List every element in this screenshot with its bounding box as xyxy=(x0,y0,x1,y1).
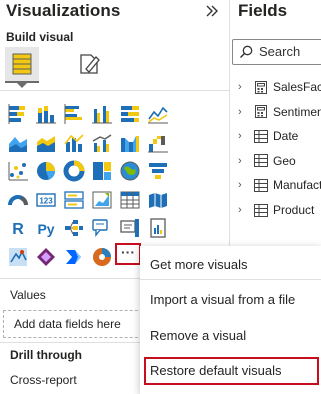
python-visual-icon[interactable]: Py xyxy=(33,215,59,241)
build-visual-tab[interactable] xyxy=(5,47,39,81)
power-apps-icon[interactable] xyxy=(33,244,59,270)
add-data-fields-well[interactable]: Add data fields here xyxy=(3,310,153,338)
active-tab-caret xyxy=(17,83,27,88)
field-table-name: Geo xyxy=(273,153,296,168)
search-icon xyxy=(240,45,253,58)
field-table-row[interactable]: › Product xyxy=(238,200,314,220)
format-paintbrush-icon xyxy=(80,54,100,74)
r-visual-icon[interactable]: R xyxy=(5,215,31,241)
stacked-bar-icon[interactable] xyxy=(5,101,31,127)
values-label: Values xyxy=(10,288,46,302)
fields-title: Fields xyxy=(238,1,288,20)
menu-divider xyxy=(140,279,321,280)
menu-import-visual[interactable]: Import a visual from a file xyxy=(150,292,295,307)
field-table-row[interactable]: › Date xyxy=(238,126,298,146)
field-table-name: Date xyxy=(273,129,299,144)
menu-remove-visual[interactable]: Remove a visual xyxy=(150,328,246,343)
scatter-icon[interactable] xyxy=(5,158,31,184)
gauge-icon[interactable] xyxy=(5,187,31,213)
table-icon xyxy=(254,178,268,192)
waterfall-icon[interactable] xyxy=(145,130,171,156)
clustered-bar-icon[interactable] xyxy=(61,101,87,127)
treemap-icon[interactable] xyxy=(89,158,115,184)
card-icon[interactable]: 123 xyxy=(33,187,59,213)
field-table-name: Sentiment xyxy=(273,104,321,119)
chevron-right-icon[interactable]: › xyxy=(238,155,250,167)
arcgis-icon[interactable] xyxy=(89,244,115,270)
chevron-right-icon[interactable]: › xyxy=(238,204,250,216)
filled-map-icon[interactable] xyxy=(145,187,171,213)
funnel-icon[interactable] xyxy=(145,158,171,184)
table-icon xyxy=(254,129,268,143)
cross-report-label: Cross-report xyxy=(10,373,77,387)
field-table-name: Product xyxy=(273,203,315,217)
svg-text:R: R xyxy=(12,221,24,238)
format-visual-tab[interactable] xyxy=(72,47,106,81)
pie-icon[interactable] xyxy=(33,158,59,184)
stacked-area-icon[interactable] xyxy=(33,130,59,156)
drill-through-label: Drill through xyxy=(10,348,82,362)
kpi-icon[interactable] xyxy=(89,187,115,213)
chevron-right-icon[interactable]: › xyxy=(238,130,250,142)
clustered-column-icon[interactable] xyxy=(89,101,115,127)
field-table-row[interactable]: › Manufact xyxy=(238,175,321,195)
more-visuals-label: ··· xyxy=(121,243,135,260)
table-icon xyxy=(254,154,268,168)
line-column-icon[interactable] xyxy=(61,130,87,156)
menu-get-more-visuals[interactable]: Get more visuals xyxy=(150,257,248,272)
build-visual-label: Build visual xyxy=(6,30,74,44)
visualizations-title: Visualizations xyxy=(6,1,121,20)
ribbon-chart-icon[interactable] xyxy=(117,130,143,156)
fields-search-input[interactable]: Search xyxy=(232,39,321,65)
qna-icon[interactable] xyxy=(117,215,143,241)
field-table-name: SalesFact xyxy=(273,80,321,94)
chevron-right-icon[interactable]: › xyxy=(238,179,250,191)
chevron-right-icon[interactable]: › xyxy=(238,106,250,118)
azure-map-icon[interactable] xyxy=(5,244,31,270)
more-visuals-button[interactable]: ··· xyxy=(115,243,141,265)
line-chart-icon[interactable] xyxy=(145,101,171,127)
field-table-row[interactable]: › Geo xyxy=(238,151,296,171)
smart-narrative-icon[interactable] xyxy=(89,215,115,241)
svg-text:Py: Py xyxy=(37,221,54,237)
decomposition-tree-icon[interactable] xyxy=(61,215,87,241)
restore-highlight-box xyxy=(144,357,319,385)
100-stacked-bar-icon[interactable] xyxy=(117,101,143,127)
divider xyxy=(0,90,229,91)
table-viz-icon[interactable] xyxy=(117,187,143,213)
field-table-row[interactable]: › Sentiment xyxy=(238,102,321,122)
build-visual-icon xyxy=(12,53,32,75)
field-table-row[interactable]: › SalesFact xyxy=(238,77,321,97)
stacked-column-icon[interactable] xyxy=(33,101,59,127)
table-calc-icon xyxy=(255,105,267,119)
multi-row-card-icon[interactable] xyxy=(61,187,87,213)
donut-icon[interactable] xyxy=(61,158,87,184)
collapse-pane-icon[interactable] xyxy=(204,3,220,19)
svg-text:123: 123 xyxy=(39,196,53,205)
map-icon[interactable] xyxy=(117,158,143,184)
search-placeholder: Search xyxy=(259,44,301,59)
paginated-report-icon[interactable] xyxy=(145,215,171,241)
table-icon xyxy=(254,203,268,217)
line-clustered-icon[interactable] xyxy=(89,130,115,156)
area-chart-icon[interactable] xyxy=(5,130,31,156)
field-table-name: Manufact xyxy=(273,178,321,193)
chevron-right-icon[interactable]: › xyxy=(238,81,250,93)
table-calc-icon xyxy=(255,80,267,94)
power-automate-icon[interactable] xyxy=(61,244,87,270)
